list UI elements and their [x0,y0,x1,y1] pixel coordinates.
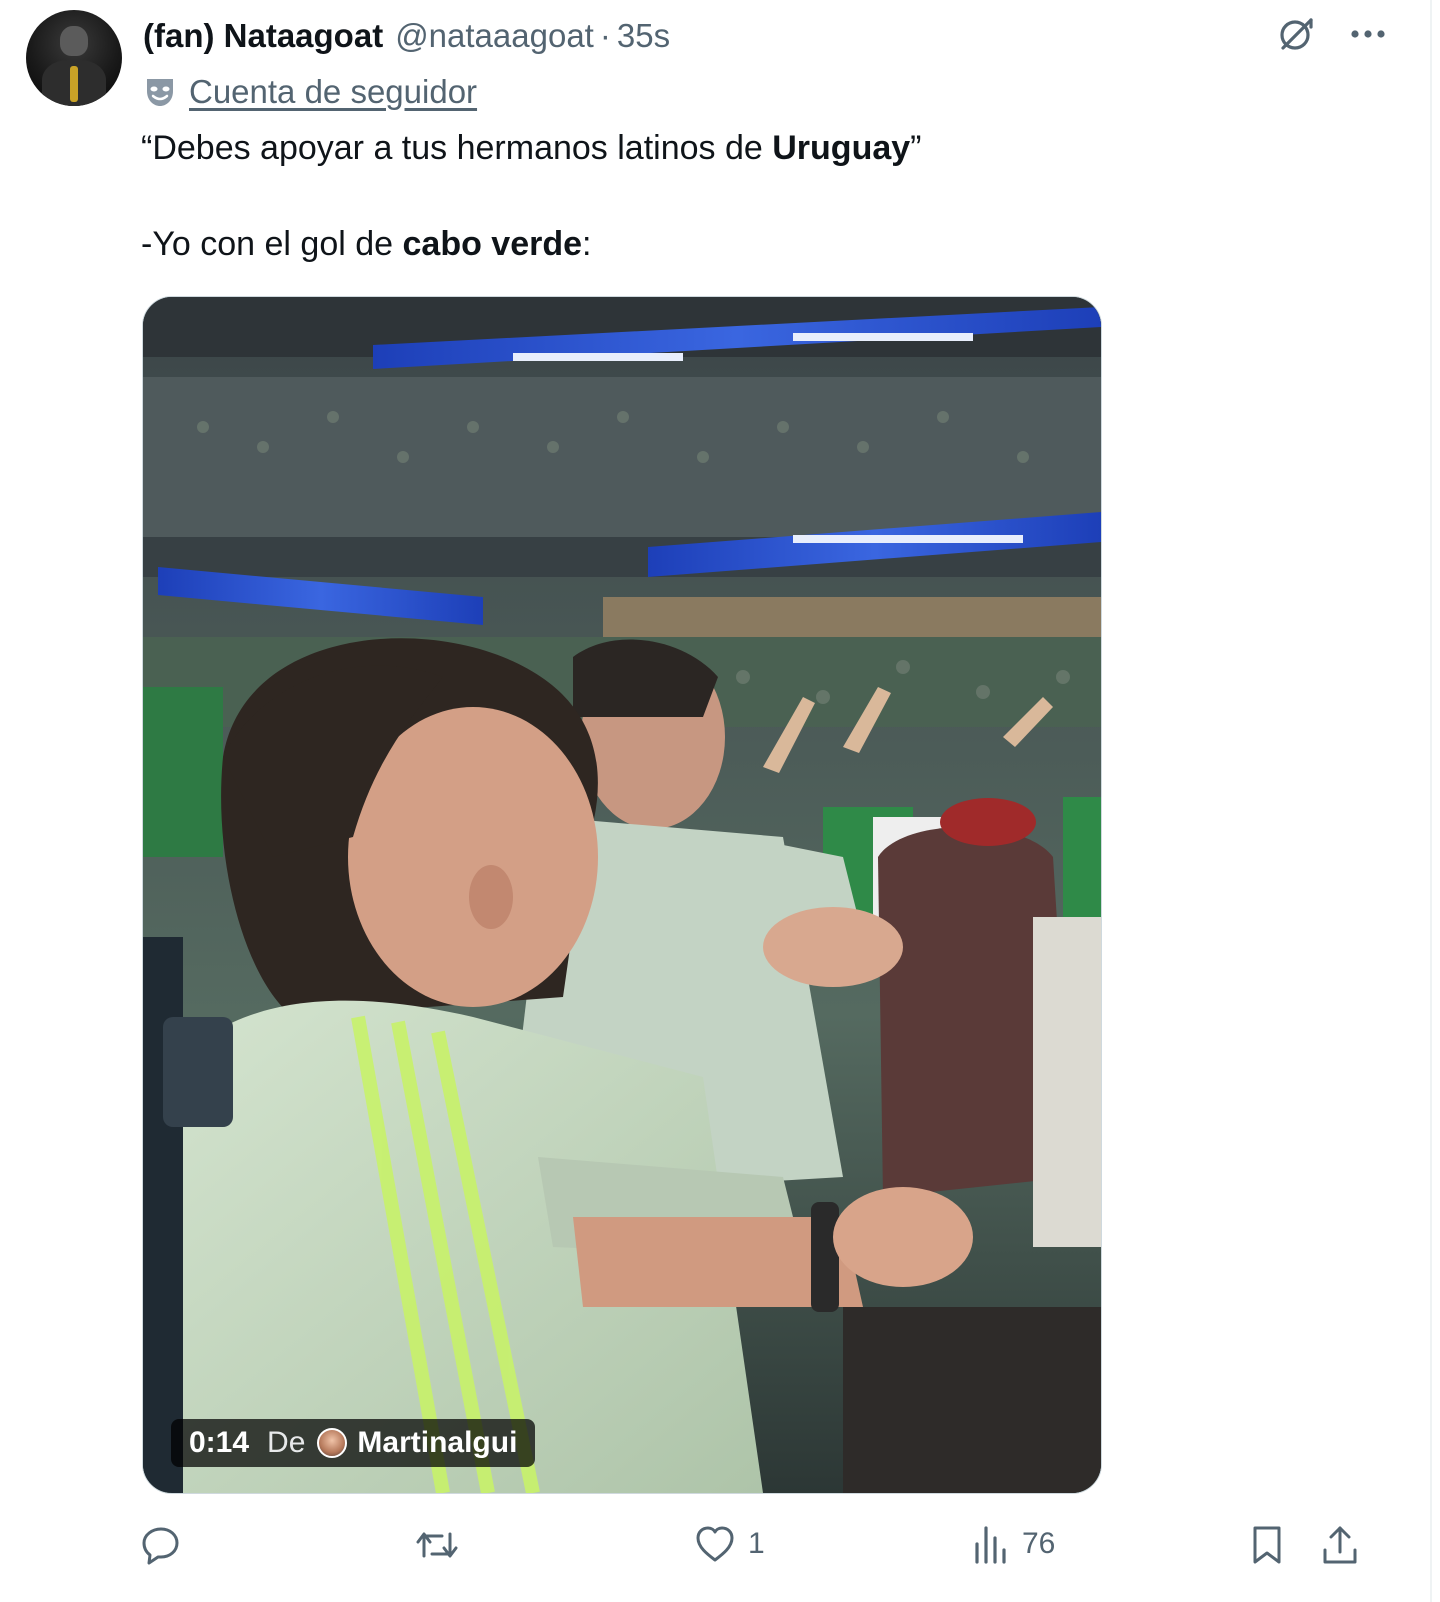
bookmark-button[interactable] [1250,1524,1284,1566]
avatar-trim [70,66,78,102]
tweet-post: (fan) Nataagoat @nataaagoat · 35s Cuenta… [0,0,1432,1602]
grok-icon[interactable] [1276,14,1316,54]
tweet-line-2-pre: -Yo con el gol de [141,225,403,263]
action-bar: 1 76 [140,1524,1370,1574]
account-label-text[interactable]: Cuenta de seguidor [189,73,477,111]
view-count: 76 [1022,1527,1056,1560]
header-actions [1276,14,1386,54]
author-handle[interactable]: @nataaagoat [395,17,594,55]
repost-icon [416,1532,458,1558]
like-count: 1 [748,1527,765,1560]
more-icon[interactable] [1350,28,1386,40]
tweet-line-2: -Yo con el gol de cabo verde: [141,224,922,264]
tweet-line-gap [141,168,922,224]
video-frame [143,297,1101,1493]
tweet-line-2-bold: cabo verde [402,225,583,263]
post-timestamp[interactable]: 35s [617,17,670,55]
heart-icon [696,1526,734,1562]
tweet-line-1-post: ” [910,129,922,167]
reply-icon [142,1527,179,1565]
video-source-user[interactable]: Martinalgui [357,1426,517,1460]
tweet-line-1-pre: “Debes apoyar a tus hermanos latinos de [141,129,773,167]
tweet-text: “Debes apoyar a tus hermanos latinos de … [141,128,922,264]
tweet-line-2-post: : [582,225,592,263]
share-button[interactable] [1320,1524,1360,1566]
repost-button[interactable] [414,1524,472,1566]
author-display-name[interactable]: (fan) Nataagoat [143,17,383,55]
video-player[interactable]: 0:14 De Martinalgui [142,296,1102,1494]
views-icon [975,1526,1006,1564]
tweet-line-1-bold: Uruguay [772,129,911,167]
share-icon [1323,1526,1357,1564]
parody-mask-icon [147,79,173,106]
header-separator: · [599,17,611,54]
video-from-label: De [267,1426,306,1459]
tweet-header: (fan) Nataagoat @nataaagoat · 35s [143,14,670,58]
tweet-line-1: “Debes apoyar a tus hermanos latinos de … [141,128,922,168]
author-avatar[interactable] [26,10,122,106]
views-button[interactable]: 76 [972,1524,1055,1564]
like-button[interactable]: 1 [694,1524,765,1564]
video-duration: 0:14 [189,1426,250,1459]
reply-button[interactable] [140,1524,194,1566]
account-label[interactable]: Cuenta de seguidor [143,70,477,114]
video-badge: 0:14 De Martinalgui [171,1419,536,1467]
avatar-head [60,26,88,56]
source-avatar [317,1428,348,1458]
bookmark-icon [1253,1526,1281,1564]
